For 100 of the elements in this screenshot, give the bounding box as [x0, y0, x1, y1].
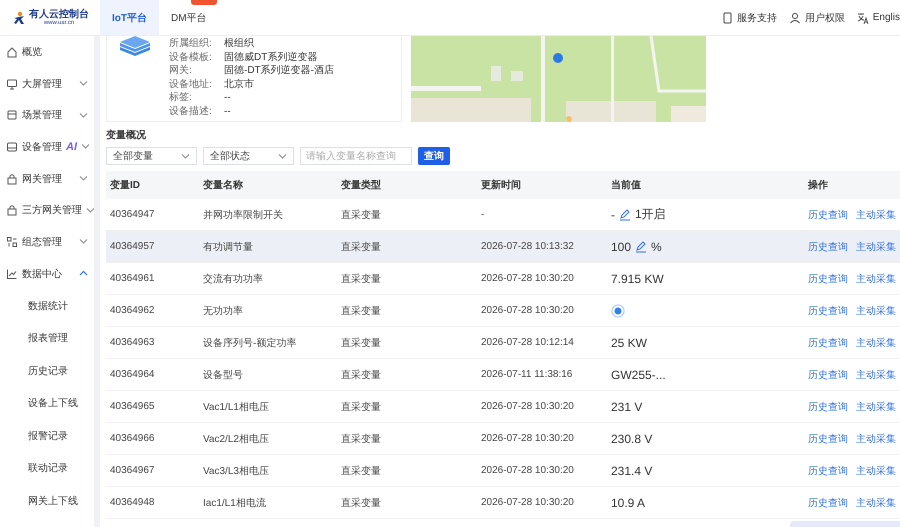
- layers-icon: [119, 36, 151, 58]
- current-value: 100: [611, 240, 632, 254]
- table-cell: 40364965: [106, 390, 199, 422]
- nav-item[interactable]: 场景管理: [0, 99, 94, 132]
- pencil-icon[interactable]: [619, 208, 631, 221]
- nav-subitem[interactable]: 报警记录: [0, 420, 94, 452]
- action-link[interactable]: 历史查询: [808, 336, 848, 350]
- action-link[interactable]: 历史查询: [808, 240, 848, 254]
- table-cell: 2026-07-28 10:30:20: [477, 454, 607, 486]
- nav-item[interactable]: 三方网关管理: [0, 194, 94, 226]
- table-cell: Vac2/L2相电压: [199, 422, 337, 454]
- action-link[interactable]: 主动采集: [856, 272, 896, 286]
- field-label: 设备描述:: [169, 104, 213, 119]
- table-cell: 交流有功功率: [199, 262, 337, 294]
- table-row[interactable]: 40364967 Vac3/L3相电压 直采变量 2026-07-28 10:30:20 231.4 V 历史查询 主动采集: [106, 454, 900, 486]
- nav-subitem[interactable]: 联动记录: [0, 452, 94, 484]
- table-cell: 40364963: [106, 326, 199, 358]
- table-cell: Vac3/L3相电压: [199, 454, 337, 486]
- column-header: 变量ID: [106, 171, 199, 199]
- logo-icon: [12, 10, 26, 24]
- action-link[interactable]: 主动采集: [856, 400, 896, 414]
- translate-icon: [856, 12, 869, 24]
- table-row[interactable]: 40364957 有功调节量 直采变量 2026-07-28 10:13:32 100 % 历史查询 主动采集: [106, 230, 900, 262]
- table-row[interactable]: 40364962 无功功率 直采变量 2026-07-28 10:30:20 历史查询 主动采集: [106, 294, 900, 326]
- table-cell: 2026-07-28 10:12:14: [477, 326, 607, 358]
- platform-tab[interactable]: IoT平台: [100, 0, 159, 35]
- search-button[interactable]: 查询: [418, 147, 450, 165]
- chevron-icon: [181, 152, 190, 160]
- table-cell: 2026-07-28 10:30:20: [477, 390, 607, 422]
- field-value: --: [224, 91, 232, 105]
- grid-icon: [6, 236, 18, 248]
- filter-select[interactable]: 全部状态: [203, 147, 294, 165]
- action-link[interactable]: 历史查询: [808, 368, 848, 382]
- nav-subitem[interactable]: 网关上下线: [0, 484, 94, 517]
- ai-label: AI: [66, 140, 77, 153]
- table-row[interactable]: 40364961 交流有功功率 直采变量 2026-07-28 10:30:20 7.915 KW 历史查询 主动采集: [106, 262, 900, 294]
- nav-item[interactable]: 数据中心: [0, 258, 94, 290]
- current-value: 25 KW: [611, 336, 648, 350]
- lock-icon: [6, 204, 18, 216]
- table-cell: 无功功率: [199, 294, 337, 326]
- nav-item[interactable]: 组态管理: [0, 226, 94, 258]
- field-value: 固德-DT系列逆变器-酒店: [224, 64, 334, 78]
- nav-item[interactable]: 设备管理 AI: [0, 131, 94, 163]
- current-value: 10.9 A: [611, 496, 646, 510]
- action-link[interactable]: 主动采集: [856, 336, 896, 350]
- table-row[interactable]: 40364966 Vac2/L2相电压 直采变量 2026-07-28 10:30:20 230.8 V 历史查询 主动采集: [106, 422, 900, 454]
- action-link[interactable]: 主动采集: [856, 432, 896, 446]
- action-link[interactable]: 历史查询: [808, 464, 848, 478]
- table-cell: 40364964: [106, 358, 199, 390]
- table-cell: 有功调节量: [199, 230, 337, 262]
- action-link[interactable]: 主动采集: [856, 208, 896, 222]
- action-link[interactable]: 主动采集: [856, 496, 896, 510]
- user-icon: [788, 12, 801, 24]
- table-row[interactable]: 40364963 设备序列号-额定功率 直采变量 2026-07-28 10:12:14 25 KW 历史查询 主动采集: [106, 326, 900, 358]
- monitor-icon: [6, 78, 18, 90]
- current-value: 231 V: [611, 400, 642, 414]
- table-row[interactable]: 40364964 设备型号 直采变量 2026-07-11 11:38:16 GW255-... 历史查询 主动采集: [106, 358, 900, 390]
- nav-subitem[interactable]: 报表管理: [0, 322, 94, 354]
- column-header: 当前值: [607, 171, 804, 199]
- table-cell: Iac1/L1相电流: [199, 486, 337, 518]
- section-title: 变量概况: [106, 128, 147, 142]
- action-link[interactable]: 历史查询: [808, 400, 848, 414]
- nav-subitem[interactable]: 数据统计: [0, 290, 94, 322]
- header-link[interactable]: 服务支持: [720, 10, 777, 24]
- table-cell: Vac1/L1相电压: [199, 390, 337, 422]
- nav-subitem[interactable]: 历史记录: [0, 354, 94, 387]
- home-icon: [6, 46, 18, 58]
- nav-subitem[interactable]: 设备上下线: [0, 387, 94, 420]
- header-link[interactable]: 用户权限: [788, 10, 845, 24]
- table-cell: 2026-07-11 11:38:16: [477, 358, 607, 390]
- table-row[interactable]: 40364948 Iac1/L1相电流 直采变量 2026-07-28 10:30:20 10.9 A 历史查询 主动采集: [106, 486, 900, 518]
- table-cell: 直采变量: [337, 454, 477, 486]
- field-label: 标签:: [169, 91, 193, 105]
- action-link[interactable]: 历史查询: [808, 304, 848, 318]
- current-value: 230.8 V: [611, 432, 652, 446]
- pencil-icon[interactable]: [635, 240, 648, 253]
- current-value: 231.4 V: [611, 464, 652, 478]
- table-cell: 直采变量: [337, 486, 477, 518]
- nav-item[interactable]: 网关管理: [0, 162, 94, 194]
- filter-select[interactable]: 全部变量: [106, 147, 197, 165]
- action-link[interactable]: 主动采集: [856, 240, 896, 254]
- table-cell: 设备序列号-额定功率: [199, 326, 337, 358]
- table-cell: 2026-07-28 10:30:20: [477, 486, 607, 518]
- logo-title: 有人云控制台: [29, 10, 89, 20]
- action-link[interactable]: 主动采集: [856, 368, 896, 382]
- action-link[interactable]: 主动采集: [856, 464, 896, 478]
- table-row[interactable]: 40364965 Vac1/L1相电压 直采变量 2026-07-28 10:30:20 231 V 历史查询 主动采集: [106, 390, 900, 422]
- nav-item[interactable]: 大屏管理: [0, 68, 94, 100]
- nav-item[interactable]: 概览: [0, 36, 94, 68]
- table-cell: 直采变量: [337, 422, 477, 454]
- action-link[interactable]: 历史查询: [808, 208, 848, 222]
- action-link[interactable]: 历史查询: [808, 496, 848, 510]
- drive-icon: [6, 140, 18, 153]
- action-link[interactable]: 主动采集: [856, 304, 896, 318]
- platform-tab[interactable]: DM平台: [159, 0, 219, 35]
- header-link[interactable]: Englis: [856, 12, 900, 24]
- action-link[interactable]: 历史查询: [808, 432, 848, 446]
- action-link[interactable]: 历史查询: [808, 272, 848, 286]
- current-value: 7.915 KW: [611, 272, 664, 286]
- table-cell: 直采变量: [337, 390, 477, 422]
